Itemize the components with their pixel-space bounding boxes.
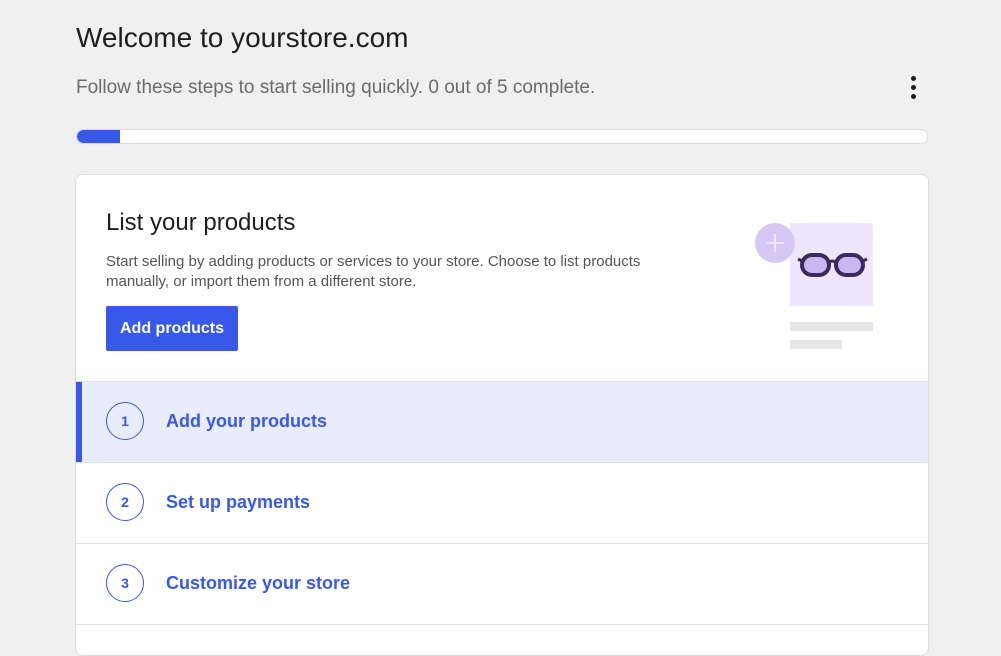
placeholder-line [790,322,873,331]
step-number-badge: 2 [106,483,144,521]
placeholder-line [790,340,842,349]
step-number-badge: 3 [106,564,144,602]
steps-list: 1 Add your products 2 Set up payments 3 … [76,382,928,625]
more-vertical-icon-dot [910,93,916,99]
more-vertical-icon [910,75,916,81]
progress-bar [76,129,928,144]
step-label: Add your products [166,411,327,431]
page-subtitle: Follow these steps to start selling quic… [76,77,596,98]
more-options-button[interactable] [900,72,926,102]
more-vertical-icon-dot [910,84,916,90]
task-title: List your products [106,209,296,236]
step-label: Set up payments [166,492,311,512]
task-description: Start selling by adding products or serv… [106,253,641,290]
glasses-product-icon [755,223,873,349]
step-item-1[interactable]: 1 Add your products [76,382,928,463]
step-item-3[interactable]: 3 Customize your store [76,544,928,625]
setup-task-card: List your products Start selling by addi… [75,174,929,656]
step-item-2[interactable]: 2 Set up payments [76,463,928,544]
page-title: Welcome to yourstore.com [76,22,409,53]
add-products-button[interactable]: Add products [106,306,238,351]
task-hero: List your products Start selling by addi… [76,175,928,382]
step-number-badge: 1 [106,402,144,440]
progress-fill [77,130,120,143]
step-label: Customize your store [166,573,351,593]
